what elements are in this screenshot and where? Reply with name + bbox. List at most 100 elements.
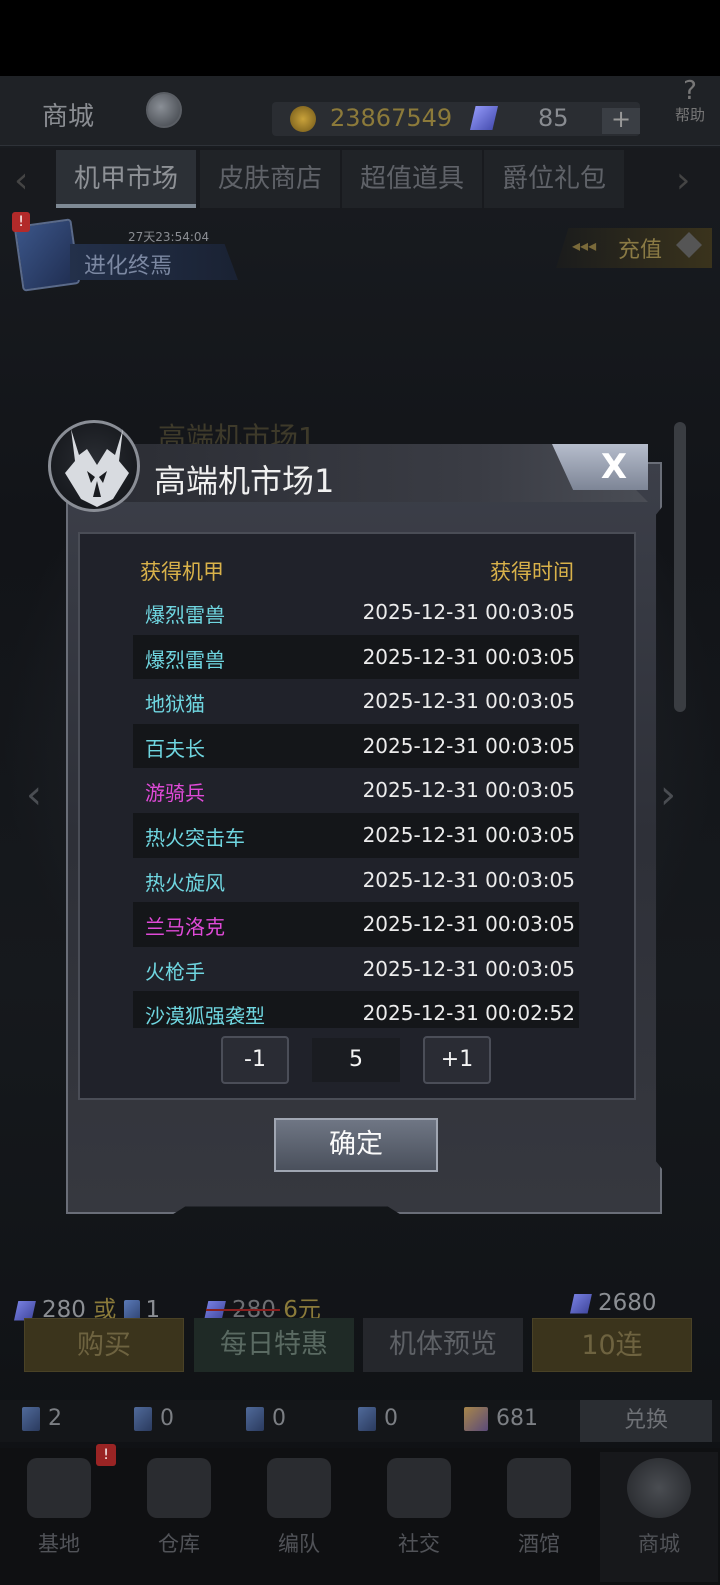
inventory-item: 0 [358,1406,398,1431]
list-item: 爆烈雷兽 2025-12-31 00:03:05 [133,634,579,680]
column-header-mecha: 获得机甲 [140,560,224,584]
list-item: 百夫长 2025-12-31 00:03:05 [133,723,579,769]
increment-button[interactable]: +1 [423,1036,491,1084]
shop-orb-icon [627,1458,691,1518]
obtain-time: 2025-12-31 00:03:05 [362,778,575,803]
mecha-name: 兰马洛克 [145,915,225,940]
nav-warehouse[interactable]: 仓库 [120,1452,238,1582]
help-label: 帮助 [674,106,705,124]
inventory-count: 2 [48,1406,62,1431]
buy-button[interactable]: 购买 [24,1318,184,1372]
event-name: 进化终焉 [84,254,173,279]
mecha-name: 火枪手 [145,959,205,984]
tab-rank-gifts[interactable]: 爵位礼包 [484,150,624,208]
exchange-button[interactable]: 兑换 [580,1400,712,1442]
inventory-item: 0 [246,1406,286,1431]
nav-label: 编队 [278,1532,320,1556]
close-icon: X [600,447,628,487]
list-item: 热火突击车 2025-12-31 00:03:05 [133,812,579,858]
mecha-name: 地狱猫 [145,692,205,717]
tab-mecha-market[interactable]: 机甲市场 [56,150,196,208]
base-icon [27,1458,91,1518]
nav-shop[interactable]: 商城 [600,1452,718,1582]
event-timer: 27天23:54:04 [128,230,210,244]
chevron-right-icon[interactable]: › [676,160,690,201]
mecha-name: 爆烈雷兽 [145,647,225,672]
daily-deal-button[interactable]: 每日特惠 [194,1318,354,1372]
obtain-time: 2025-12-31 00:03:05 [362,733,575,758]
warehouse-icon [147,1458,211,1518]
nav-formation[interactable]: 编队 [240,1452,358,1582]
inventory-item: 681 [464,1406,538,1431]
obtain-time: 2025-12-31 00:03:05 [362,867,575,892]
nav-label: 社交 [398,1532,440,1556]
ticket-icon [134,1407,152,1431]
tab-skin-shop[interactable]: 皮肤商店 [200,150,340,208]
list-item: 爆烈雷兽 2025-12-31 00:03:05 [133,590,579,635]
chevron-left-icon[interactable]: ‹ [26,772,42,818]
obtain-time: 2025-12-31 00:03:05 [362,644,575,669]
currency-panel [272,102,640,136]
nav-label: 酒馆 [518,1532,560,1556]
ticket-icon [246,1407,264,1431]
list-item: 地狱猫 2025-12-31 00:03:05 [133,679,579,724]
mecha-emblem-icon [48,420,140,512]
tavern-icon [507,1458,571,1518]
mecha-name: 热火突击车 [145,825,245,850]
decrement-button[interactable]: -1 [221,1036,289,1084]
nav-social[interactable]: 社交 [360,1452,478,1582]
coin-icon [290,106,316,132]
inventory-count: 0 [272,1406,286,1431]
inventory-count: 681 [496,1406,538,1431]
question-icon: ? [683,76,697,106]
shop-title: 商城 [42,102,95,132]
nav-label: 仓库 [158,1532,200,1556]
ten-pull-price: 2680 [570,1290,657,1316]
gem-amount: 85 [538,104,569,132]
obtain-time: 2025-12-31 00:03:05 [362,689,575,714]
nav-label: 商城 [638,1532,680,1556]
chevron-left-icon[interactable]: ‹ [14,160,28,201]
scrollbar[interactable] [674,422,686,712]
mecha-name: 游骑兵 [145,781,205,806]
list-item: 热火旋风 2025-12-31 00:03:05 [133,858,579,903]
list-item: 兰马洛克 2025-12-31 00:03:05 [133,902,579,947]
coin-amount: 23867549 [330,104,453,132]
quantity-field[interactable]: 5 [312,1038,400,1082]
confirm-button[interactable]: 确定 [274,1118,438,1172]
helmet-icon [267,1458,331,1518]
inventory-item: 2 [22,1406,62,1431]
list-item: 沙漠狐强袭型 2025-12-31 00:02:52 [133,991,579,1028]
column-header-time: 获得时间 [490,560,574,584]
nav-label: 基地 [38,1532,80,1556]
alert-badge: ! [96,1444,116,1466]
obtain-time: 2025-12-31 00:03:05 [362,600,575,624]
list-item: 火枪手 2025-12-31 00:03:05 [133,947,579,992]
ticket-icon [358,1407,376,1431]
chevron-right-icon[interactable]: › [660,772,676,818]
mecha-name: 沙漠狐强袭型 [145,1004,265,1028]
mecha-name: 百夫长 [145,736,205,761]
help-button[interactable]: ? 帮助 [660,78,720,138]
add-gems-button[interactable]: + [602,107,640,134]
crystal-icon [464,1407,488,1431]
gem-icon [570,1293,592,1314]
inventory-item: 0 [134,1406,174,1431]
obtain-time: 2025-12-31 00:03:05 [362,912,575,937]
mecha-name: 热火旋风 [145,870,225,895]
ten-pull-button[interactable]: 10连 [532,1318,692,1372]
recharge-label: 充值 [618,238,663,263]
nav-tavern[interactable]: 酒馆 [480,1452,598,1582]
status-bar [0,0,720,76]
obtain-time: 2025-12-31 00:03:05 [362,956,575,981]
preview-button[interactable]: 机体预览 [363,1318,523,1372]
tab-value-items[interactable]: 超值道具 [342,150,482,208]
history-list[interactable]: 爆烈雷兽 2025-12-31 00:03:05 爆烈雷兽 2025-12-31 0… [133,590,579,1028]
obtain-time: 2025-12-31 00:03:05 [362,822,575,847]
ten-price: 2680 [598,1290,657,1316]
nav-base[interactable]: 基地 [0,1452,118,1582]
inventory-count: 0 [160,1406,174,1431]
modal-title: 高端机市场1 [154,462,335,500]
globe-icon[interactable] [146,92,182,128]
obtain-time: 2025-12-31 00:02:52 [362,1001,575,1026]
